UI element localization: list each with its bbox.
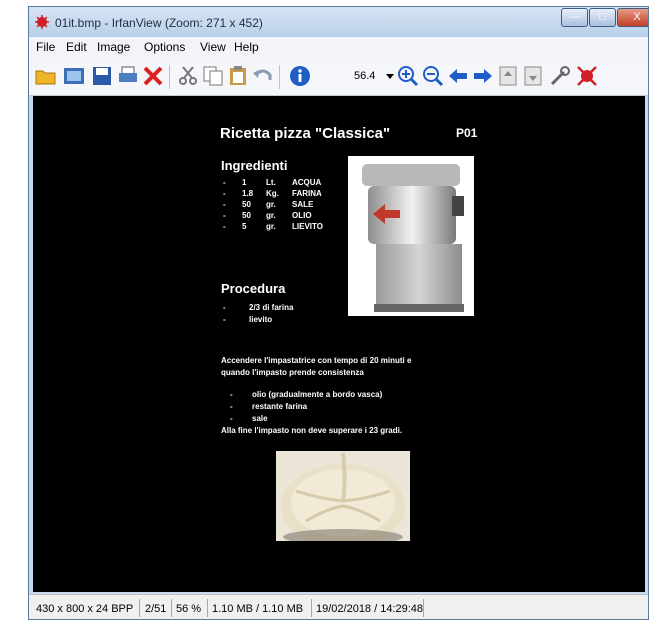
dough-image (276, 451, 410, 541)
save-icon[interactable] (91, 65, 113, 87)
recipe-title: Ricetta pizza "Classica" (220, 125, 391, 142)
ingredient-qty: 50 (242, 211, 251, 220)
print-icon[interactable] (117, 65, 139, 87)
procedure-step: 2/3 di farina (249, 303, 294, 312)
instructions-line: quando l'impasto prende consistenza (221, 368, 364, 377)
bullet-dash: - (223, 211, 226, 220)
menu-file[interactable]: File (36, 40, 55, 54)
final-note: Alla fine l'impasto non deve superare i … (221, 426, 403, 435)
ingredient-qty: 1.8 (242, 189, 254, 198)
previous-icon[interactable] (447, 65, 469, 87)
menu-edit[interactable]: Edit (66, 40, 87, 54)
status-zoom: 56 % (176, 603, 202, 615)
dough-mixer-image (348, 156, 474, 316)
menu-help[interactable]: Help (234, 40, 259, 54)
chevron-down-icon[interactable] (386, 74, 394, 79)
procedure-step: lievito (249, 315, 273, 324)
dough-photo (276, 451, 410, 541)
menu-bar: File Edit Image Options View Help (29, 37, 648, 57)
ingredient-unit: gr. (266, 222, 276, 231)
ingredient-unit: Lt. (266, 178, 276, 187)
bullet-dash: - (223, 200, 226, 209)
ingredient-name: FARINA (292, 189, 322, 198)
close-button[interactable]: X (617, 8, 648, 27)
bullet-dash: - (223, 303, 226, 312)
cut-icon[interactable] (177, 65, 199, 87)
instructions-line: Accendere l'impastatrice con tempo di 20… (221, 356, 412, 365)
menu-options[interactable]: Options (144, 40, 185, 54)
slideshow-icon[interactable] (63, 65, 85, 87)
ingredient-qty: 1 (242, 178, 247, 187)
info-icon[interactable] (289, 65, 311, 87)
status-dimensions: 430 x 800 x 24 BPP (36, 603, 134, 615)
recipe-code: P01 (456, 126, 478, 140)
ingredient-unit: gr. (266, 200, 276, 209)
bullet-dash: - (223, 178, 226, 187)
open-folder-icon[interactable] (35, 65, 57, 87)
irfanview-window: 01it.bmp - IrfanView (Zoom: 271 x 452) —… (28, 6, 649, 620)
ingredient-unit: Kg. (266, 189, 279, 198)
sub-step: sale (252, 414, 268, 423)
status-page: 2/51 (145, 603, 167, 615)
image-viewport[interactable]: Ricetta pizza "Classica" P01 Ingredienti… (33, 96, 645, 592)
first-page-icon[interactable] (497, 65, 519, 87)
copy-icon[interactable] (202, 65, 224, 87)
delete-icon[interactable] (142, 65, 164, 87)
last-page-icon[interactable] (522, 65, 544, 87)
paste-icon[interactable] (227, 65, 249, 87)
menu-view[interactable]: View (200, 40, 226, 54)
procedure-heading: Procedura (221, 281, 286, 296)
toolbar-separator (169, 65, 170, 89)
settings-icon[interactable] (549, 65, 571, 87)
bullet-dash: - (230, 402, 233, 411)
title-bar[interactable]: 01it.bmp - IrfanView (Zoom: 271 x 452) —… (29, 7, 648, 37)
ingredient-name: SALE (292, 200, 314, 209)
ingredient-qty: 5 (242, 222, 247, 231)
status-datetime: 19/02/2018 / 14:29:48 (316, 603, 424, 615)
undo-icon[interactable] (252, 65, 274, 87)
ingredients-heading: Ingredienti (221, 158, 288, 173)
bullet-dash: - (223, 189, 226, 198)
status-bar: 430 x 800 x 24 BPP 2/51 56 % 1.10 MB / 1… (29, 594, 648, 619)
status-separator (423, 599, 424, 617)
next-icon[interactable] (472, 65, 494, 87)
zoom-out-icon[interactable] (422, 65, 444, 87)
irfanview-app-icon[interactable] (35, 15, 49, 29)
ingredient-name: OLIO (292, 211, 312, 220)
ingredient-name: LIEVITO (292, 222, 323, 231)
ingredient-qty: 50 (242, 200, 251, 209)
menu-image[interactable]: Image (97, 40, 130, 54)
minimize-button[interactable]: — (561, 8, 588, 27)
zoom-in-icon[interactable] (397, 65, 419, 87)
irfanview-icon[interactable] (576, 65, 598, 87)
status-separator (139, 599, 140, 617)
sub-step: olio (gradualmente a bordo vasca) (252, 390, 383, 399)
bullet-dash: - (223, 222, 226, 231)
ingredient-name: ACQUA (292, 178, 322, 187)
bullet-dash: - (230, 414, 233, 423)
status-separator (207, 599, 208, 617)
dough-mixer-photo (348, 156, 474, 316)
sub-step: restante farina (252, 402, 308, 411)
status-separator (171, 599, 172, 617)
maximize-button[interactable]: □ (589, 8, 616, 27)
ingredient-unit: gr. (266, 211, 276, 220)
toolbar: 56.4 (29, 57, 648, 96)
status-separator (311, 599, 312, 617)
window-title: 01it.bmp - IrfanView (Zoom: 271 x 452) (55, 16, 263, 30)
toolbar-separator (279, 65, 280, 89)
zoom-combobox[interactable]: 56.4 (354, 68, 384, 84)
bullet-dash: - (223, 315, 226, 324)
bullet-dash: - (230, 390, 233, 399)
status-size: 1.10 MB / 1.10 MB (212, 603, 304, 615)
